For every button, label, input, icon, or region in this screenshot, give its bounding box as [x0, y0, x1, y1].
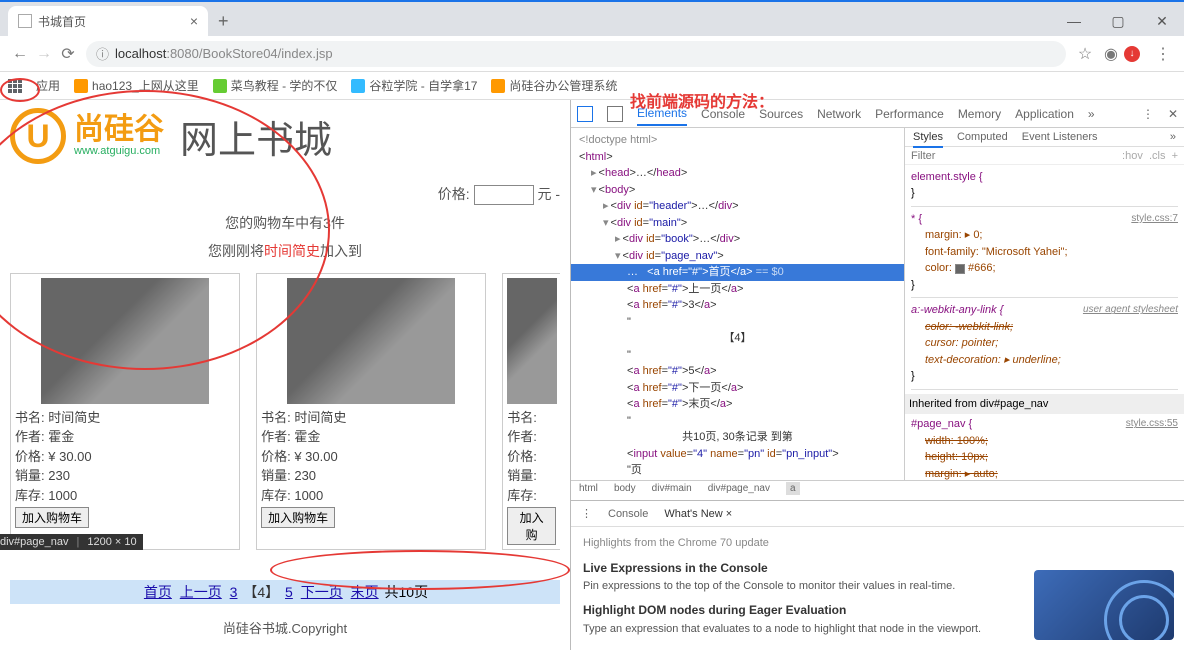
bookmarks-bar: 应用 hao123_上网从这里 菜鸟教程 - 学的不仅 谷粒学院 - 自学拿17…: [0, 72, 1184, 100]
book-image: [41, 278, 209, 404]
book-card: 书名: 时间简史 作者: 霍金 价格: ¥ 30.00 销量: 230 库存: …: [10, 273, 240, 551]
drawer-graphic: [1034, 570, 1174, 640]
console-drawer: ⋮ Console What's New × Highlights from t…: [571, 500, 1184, 650]
tab-title: 书城首页: [38, 13, 86, 30]
devtools-tabs: Elements Console Sources Network Perform…: [571, 100, 1184, 128]
bookmark-1[interactable]: hao123_上网从这里: [74, 77, 199, 94]
book-list: 书名: 时间简史 作者: 霍金 价格: ¥ 30.00 销量: 230 库存: …: [10, 273, 560, 551]
logo-url: www.atguigu.com: [74, 145, 164, 157]
window-controls: — ▢ ✕: [1052, 6, 1184, 36]
drawer-tab-whatsnew[interactable]: What's New ×: [664, 508, 732, 520]
profile-icon[interactable]: ◉: [1098, 44, 1124, 64]
dom-breadcrumb[interactable]: html body div#main div#page_nav a: [571, 480, 1184, 500]
inspect-icon[interactable]: [577, 106, 593, 122]
bookmark-3[interactable]: 谷粒学院 - 自学拿17: [351, 77, 477, 94]
maximize-button[interactable]: ▢: [1096, 6, 1140, 36]
tab-sources[interactable]: Sources: [759, 107, 803, 121]
nav-p5[interactable]: 5: [285, 584, 293, 600]
drawer-menu-icon[interactable]: ⋮: [581, 507, 592, 520]
tab-console[interactable]: Console: [701, 107, 745, 121]
url-host: localhost: [115, 46, 166, 61]
selected-dom-node: … <a href="#">首页</a> == $0: [571, 264, 904, 281]
nav-prev[interactable]: 上一页: [180, 584, 222, 600]
devtools-menu-icon[interactable]: ⋮: [1142, 107, 1154, 121]
address-bar: ← → ⟳ ⓘ localhost:8080/BookStore04/index…: [0, 36, 1184, 72]
cart-info-2: 您刚刚将时间简史加入到: [10, 241, 560, 261]
logo-name: 尚硅谷: [74, 115, 164, 145]
tab-performance[interactable]: Performance: [875, 107, 944, 121]
nav-home[interactable]: 首页: [144, 584, 172, 600]
favicon: [18, 14, 32, 28]
reload-button[interactable]: ⟳: [56, 44, 80, 64]
listeners-tab[interactable]: Event Listeners: [1022, 131, 1098, 143]
add-cart-button[interactable]: 加入购物车: [15, 507, 89, 528]
styles-pane: Styles Computed Event Listeners » :hov .…: [904, 128, 1184, 480]
logo-icon: U: [10, 108, 66, 164]
new-tab-button[interactable]: +: [218, 11, 229, 36]
tab-network[interactable]: Network: [817, 107, 861, 121]
apps-icon[interactable]: [8, 79, 22, 93]
forward-button[interactable]: →: [32, 45, 56, 63]
minimize-button[interactable]: —: [1052, 6, 1096, 36]
nav-total: 共10页: [385, 584, 429, 600]
url-input[interactable]: ⓘ localhost:8080/BookStore04/index.jsp: [86, 41, 1066, 67]
styles-filter-input[interactable]: [911, 150, 1122, 162]
nav-current: 【4】: [243, 584, 279, 600]
back-button[interactable]: ←: [8, 45, 32, 63]
page-footer: 尚硅谷书城.Copyright: [10, 618, 560, 637]
cart-info-1: 您的购物车中有3件: [10, 213, 560, 233]
dom-tree[interactable]: <!doctype html> <html> ▸<head>…</head> ▾…: [571, 128, 904, 480]
page-nav: 首页 上一页 3 【4】 5 下一页 末页 共10页: [10, 580, 560, 604]
nav-last[interactable]: 末页: [351, 584, 379, 600]
nav-next[interactable]: 下一页: [301, 584, 343, 600]
page-content: U 尚硅谷 www.atguigu.com 网上书城 价格: 元 - 您的购物车…: [0, 100, 570, 650]
info-icon: ⓘ: [96, 44, 109, 63]
device-icon[interactable]: [607, 106, 623, 122]
bookmark-2[interactable]: 菜鸟教程 - 学的不仅: [213, 77, 338, 94]
tab-memory[interactable]: Memory: [958, 107, 1001, 121]
bookmark-4[interactable]: 尚硅谷办公管理系统: [491, 77, 617, 94]
drawer-headline: Highlights from the Chrome 70 update: [583, 535, 1172, 553]
more-tabs-icon[interactable]: »: [1088, 107, 1095, 121]
menu-icon[interactable]: ⋮: [1150, 44, 1176, 64]
book-card: 书名: 时间简史 作者: 霍金 价格: ¥ 30.00 销量: 230 库存: …: [256, 273, 486, 551]
book-card: 书名: 作者: 价格: 销量: 库存: 加入购: [502, 273, 560, 551]
drawer-tab-console[interactable]: Console: [608, 508, 648, 520]
devtools-panel: Elements Console Sources Network Perform…: [570, 100, 1184, 650]
styles-tab[interactable]: Styles: [913, 131, 943, 148]
site-header: U 尚硅谷 www.atguigu.com 网上书城: [10, 108, 560, 164]
tab-application[interactable]: Application: [1015, 107, 1074, 121]
inspect-tooltip: div#page_nav|1200 × 10: [0, 534, 143, 550]
apps-label[interactable]: 应用: [36, 77, 60, 94]
extension-icon[interactable]: ↓: [1124, 46, 1150, 62]
window-titlebar: 书城首页 × + — ▢ ✕: [0, 0, 1184, 36]
tab-close-icon[interactable]: ×: [190, 13, 198, 29]
more-icon[interactable]: »: [1170, 131, 1176, 143]
computed-tab[interactable]: Computed: [957, 131, 1008, 143]
browser-tab[interactable]: 书城首页 ×: [8, 6, 208, 36]
devtools-close-icon[interactable]: ✕: [1168, 107, 1178, 121]
book-image: [507, 278, 557, 404]
add-cart-button[interactable]: 加入购物车: [261, 507, 335, 528]
add-cart-button[interactable]: 加入购: [507, 507, 556, 545]
book-image: [287, 278, 455, 404]
price-filter: 价格: 元 -: [10, 184, 560, 205]
site-title: 网上书城: [180, 109, 332, 164]
nav-p3[interactable]: 3: [230, 584, 238, 600]
close-button[interactable]: ✕: [1140, 6, 1184, 36]
star-icon[interactable]: ☆: [1072, 44, 1098, 64]
tab-elements[interactable]: Elements: [637, 106, 687, 126]
css-rules[interactable]: element.style { } style.css:7* { margin:…: [905, 165, 1184, 480]
price-min-input[interactable]: [474, 185, 534, 205]
